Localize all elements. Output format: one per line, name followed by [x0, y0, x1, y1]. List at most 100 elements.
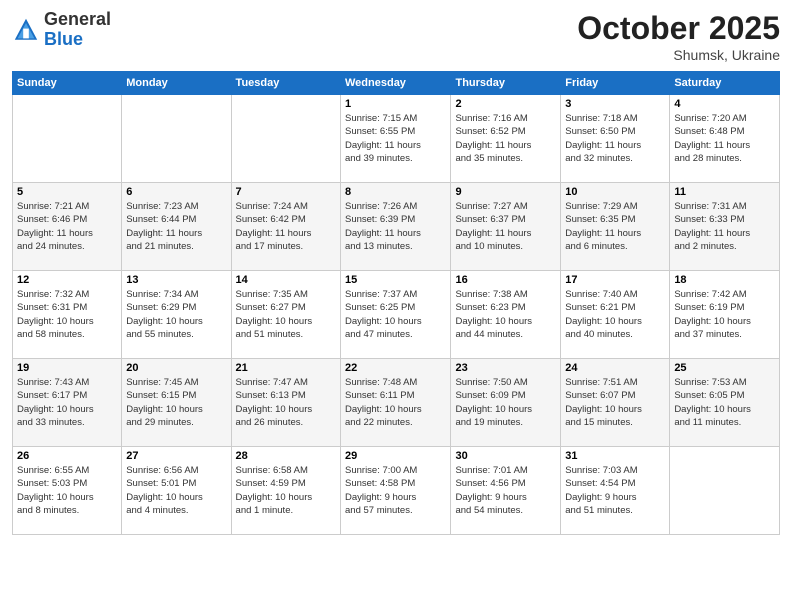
day-number: 19 [17, 362, 117, 374]
day-cell: 12Sunrise: 7:32 AM Sunset: 6:31 PM Dayli… [13, 271, 122, 359]
day-number: 13 [126, 274, 226, 286]
day-cell: 26 Sunrise: 6:55 AM Sunset: 5:03 PM Dayli… [13, 447, 122, 535]
week-row-4: 19 Sunrise: 7:43 AM Sunset: 6:17 PM Dayli… [13, 359, 780, 447]
day-info: Sunrise: 7:18 AM Sunset: 6:50 PM Dayligh… [565, 112, 665, 165]
day-cell: 15Sunrise: 7:37 AM Sunset: 6:25 PM Dayli… [341, 271, 451, 359]
day-info: Sunrise: 6:55 AM Sunset: 5:03 PM Dayligh… [17, 464, 117, 517]
calendar-header: SundayMondayTuesdayWednesdayThursdayFrid… [13, 72, 780, 95]
day-cell: 14 Sunrise: 7:35 AM Sunset: 6:27 PM Dayli… [231, 271, 340, 359]
day-info: Sunrise: 7:40 AM Sunset: 6:21 PM Dayligh… [565, 288, 665, 341]
day-cell [231, 95, 340, 183]
day-number: 27 [126, 450, 226, 462]
day-cell: 24Sunrise: 7:51 AM Sunset: 6:07 PM Dayli… [561, 359, 670, 447]
day-cell: 23 Sunrise: 7:50 AM Sunset: 6:09 PM Dayli… [451, 359, 561, 447]
day-number: 3 [565, 98, 665, 110]
day-cell: 21 Sunrise: 7:47 AM Sunset: 6:13 PM Dayli… [231, 359, 340, 447]
logo-icon [12, 16, 40, 44]
day-info: Sunrise: 7:35 AM Sunset: 6:27 PM Dayligh… [236, 288, 336, 341]
day-info: Sunrise: 7:01 AM Sunset: 4:56 PM Dayligh… [455, 464, 556, 517]
day-number: 28 [236, 450, 336, 462]
logo-blue-text: Blue [44, 30, 111, 50]
title-block: October 2025 Shumsk, Ukraine [577, 10, 780, 63]
day-number: 24 [565, 362, 665, 374]
header-sunday: Sunday [13, 72, 122, 95]
day-cell: 25 Sunrise: 7:53 AM Sunset: 6:05 PM Dayli… [670, 359, 780, 447]
day-cell: 28Sunrise: 6:58 AM Sunset: 4:59 PM Dayli… [231, 447, 340, 535]
day-info: Sunrise: 7:42 AM Sunset: 6:19 PM Dayligh… [674, 288, 775, 341]
day-number: 4 [674, 98, 775, 110]
month-title: October 2025 [577, 10, 780, 47]
day-cell: 1 Sunrise: 7:15 AM Sunset: 6:55 PM Daylig… [341, 95, 451, 183]
header-row: SundayMondayTuesdayWednesdayThursdayFrid… [13, 72, 780, 95]
day-cell: 22 Sunrise: 7:48 AM Sunset: 6:11 PM Dayli… [341, 359, 451, 447]
logo-general-text: General [44, 10, 111, 30]
calendar: SundayMondayTuesdayWednesdayThursdayFrid… [12, 71, 780, 535]
day-info: Sunrise: 7:50 AM Sunset: 6:09 PM Dayligh… [455, 376, 556, 429]
day-number: 9 [455, 186, 556, 198]
day-info: Sunrise: 7:32 AM Sunset: 6:31 PM Dayligh… [17, 288, 117, 341]
day-info: Sunrise: 7:34 AM Sunset: 6:29 PM Dayligh… [126, 288, 226, 341]
day-number: 6 [126, 186, 226, 198]
day-cell: 20 Sunrise: 7:45 AM Sunset: 6:15 PM Dayli… [122, 359, 231, 447]
day-info: Sunrise: 7:29 AM Sunset: 6:35 PM Dayligh… [565, 200, 665, 253]
day-cell: 9 Sunrise: 7:27 AM Sunset: 6:37 PM Daylig… [451, 183, 561, 271]
day-info: Sunrise: 7:24 AM Sunset: 6:42 PM Dayligh… [236, 200, 336, 253]
day-number: 23 [455, 362, 556, 374]
day-number: 29 [345, 450, 446, 462]
day-cell: 6Sunrise: 7:23 AM Sunset: 6:44 PM Daylig… [122, 183, 231, 271]
day-cell: 7Sunrise: 7:24 AM Sunset: 6:42 PM Daylig… [231, 183, 340, 271]
day-cell: 2Sunrise: 7:16 AM Sunset: 6:52 PM Daylig… [451, 95, 561, 183]
day-number: 21 [236, 362, 336, 374]
day-info: Sunrise: 7:31 AM Sunset: 6:33 PM Dayligh… [674, 200, 775, 253]
location: Shumsk, Ukraine [577, 47, 780, 63]
header-friday: Friday [561, 72, 670, 95]
day-number: 25 [674, 362, 775, 374]
day-cell [670, 447, 780, 535]
day-number: 18 [674, 274, 775, 286]
day-cell: 31Sunrise: 7:03 AM Sunset: 4:54 PM Dayli… [561, 447, 670, 535]
day-info: Sunrise: 7:47 AM Sunset: 6:13 PM Dayligh… [236, 376, 336, 429]
day-number: 16 [455, 274, 556, 286]
day-info: Sunrise: 7:27 AM Sunset: 6:37 PM Dayligh… [455, 200, 556, 253]
day-cell: 30 Sunrise: 7:01 AM Sunset: 4:56 PM Dayli… [451, 447, 561, 535]
calendar-body: 1 Sunrise: 7:15 AM Sunset: 6:55 PM Daylig… [13, 95, 780, 535]
day-number: 15 [345, 274, 446, 286]
day-number: 1 [345, 98, 446, 110]
day-info: Sunrise: 7:26 AM Sunset: 6:39 PM Dayligh… [345, 200, 446, 253]
header-saturday: Saturday [670, 72, 780, 95]
day-number: 20 [126, 362, 226, 374]
week-row-5: 26 Sunrise: 6:55 AM Sunset: 5:03 PM Dayli… [13, 447, 780, 535]
day-cell: 10Sunrise: 7:29 AM Sunset: 6:35 PM Dayli… [561, 183, 670, 271]
day-number: 2 [455, 98, 556, 110]
day-cell: 13 Sunrise: 7:34 AM Sunset: 6:29 PM Dayli… [122, 271, 231, 359]
day-cell: 3 Sunrise: 7:18 AM Sunset: 6:50 PM Daylig… [561, 95, 670, 183]
day-info: Sunrise: 7:48 AM Sunset: 6:11 PM Dayligh… [345, 376, 446, 429]
day-number: 14 [236, 274, 336, 286]
day-cell: 8 Sunrise: 7:26 AM Sunset: 6:39 PM Daylig… [341, 183, 451, 271]
header: General Blue October 2025 Shumsk, Ukrain… [12, 10, 780, 63]
week-row-2: 5Sunrise: 7:21 AM Sunset: 6:46 PM Daylig… [13, 183, 780, 271]
day-cell: 4 Sunrise: 7:20 AM Sunset: 6:48 PM Daylig… [670, 95, 780, 183]
day-number: 5 [17, 186, 117, 198]
day-info: Sunrise: 7:53 AM Sunset: 6:05 PM Dayligh… [674, 376, 775, 429]
day-info: Sunrise: 7:43 AM Sunset: 6:17 PM Dayligh… [17, 376, 117, 429]
day-info: Sunrise: 7:15 AM Sunset: 6:55 PM Dayligh… [345, 112, 446, 165]
logo-text: General Blue [44, 10, 111, 50]
page: General Blue October 2025 Shumsk, Ukrain… [0, 0, 792, 612]
day-info: Sunrise: 7:20 AM Sunset: 6:48 PM Dayligh… [674, 112, 775, 165]
day-cell: 27 Sunrise: 6:56 AM Sunset: 5:01 PM Dayli… [122, 447, 231, 535]
day-number: 22 [345, 362, 446, 374]
header-wednesday: Wednesday [341, 72, 451, 95]
day-number: 8 [345, 186, 446, 198]
day-cell: 16Sunrise: 7:38 AM Sunset: 6:23 PM Dayli… [451, 271, 561, 359]
day-cell: 18 Sunrise: 7:42 AM Sunset: 6:19 PM Dayli… [670, 271, 780, 359]
day-number: 17 [565, 274, 665, 286]
day-info: Sunrise: 7:45 AM Sunset: 6:15 PM Dayligh… [126, 376, 226, 429]
day-number: 30 [455, 450, 556, 462]
day-info: Sunrise: 6:56 AM Sunset: 5:01 PM Dayligh… [126, 464, 226, 517]
day-cell [13, 95, 122, 183]
day-cell: 5Sunrise: 7:21 AM Sunset: 6:46 PM Daylig… [13, 183, 122, 271]
day-cell: 17 Sunrise: 7:40 AM Sunset: 6:21 PM Dayli… [561, 271, 670, 359]
day-number: 26 [17, 450, 117, 462]
logo: General Blue [12, 10, 111, 50]
